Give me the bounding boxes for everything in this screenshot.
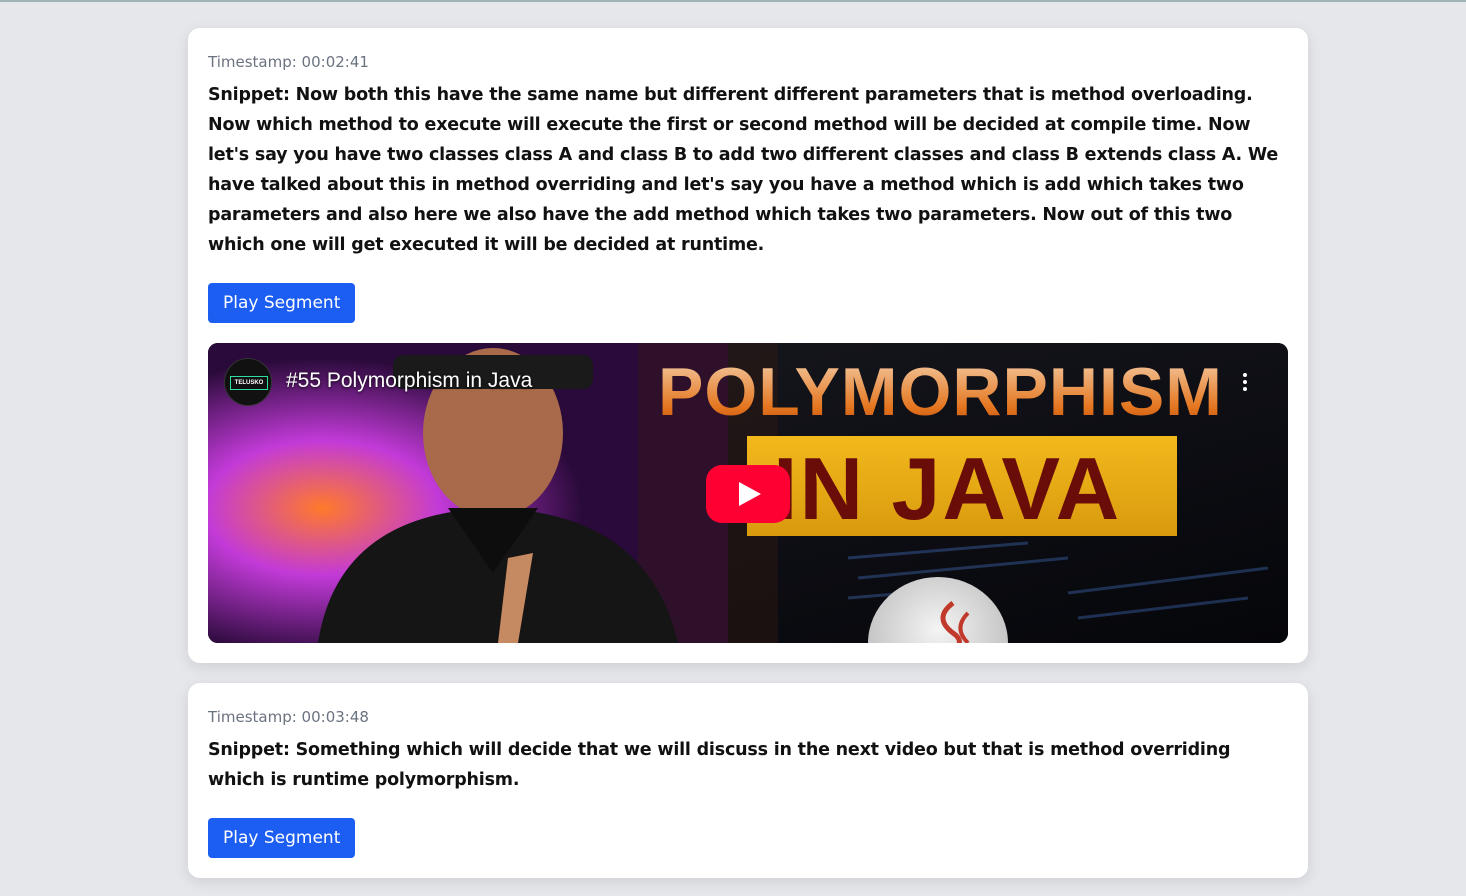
- channel-avatar[interactable]: TELUSKO: [224, 358, 272, 406]
- segment-card: Timestamp: 00:02:41 Snippet: Now both th…: [188, 28, 1308, 663]
- video-title[interactable]: #55 Polymorphism in Java: [286, 369, 532, 393]
- segment-timestamp: Timestamp: 00:02:41: [208, 53, 369, 71]
- play-segment-button[interactable]: Play Segment: [208, 283, 356, 323]
- top-divider: [0, 0, 1466, 2]
- segment-card: Timestamp: 00:03:48 Snippet: Something w…: [188, 683, 1308, 878]
- segment-snippet: Snippet: Now both this have the same nam…: [208, 85, 1278, 255]
- thumbnail-headline: POLYMORPHISM: [658, 354, 1223, 430]
- kebab-menu-icon[interactable]: [1242, 373, 1248, 395]
- segment-timestamp: Timestamp: 00:03:48: [208, 708, 369, 726]
- segment-snippet: Snippet: Something which will decide tha…: [208, 740, 1231, 790]
- video-embed[interactable]: TELUSKO #55 Polymorphism in Java POLYMOR…: [208, 343, 1288, 643]
- thumbnail-subheadline: IN JAVA: [773, 439, 1122, 538]
- play-segment-button[interactable]: Play Segment: [208, 818, 356, 858]
- channel-badge-text: TELUSKO: [230, 376, 268, 390]
- youtube-play-icon[interactable]: [706, 465, 790, 523]
